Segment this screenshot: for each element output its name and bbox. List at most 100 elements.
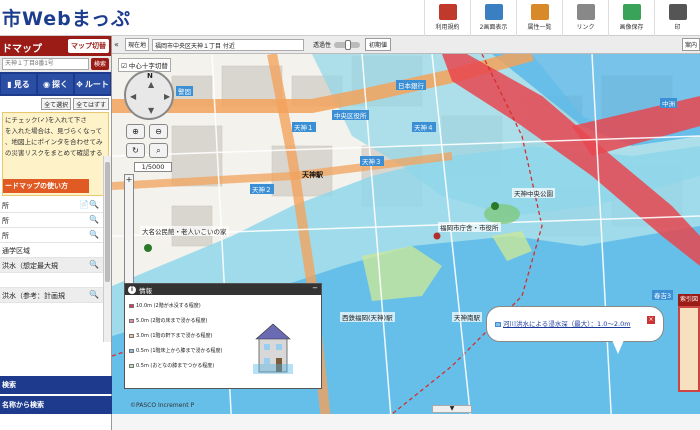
map-label-nakasu: 中洲 <box>660 98 677 108</box>
map-label-daimyo: 大名公民館・老人いこいの家 <box>140 226 229 236</box>
magnifier-icon[interactable]: 📄🔍 <box>79 200 99 209</box>
search-link[interactable]: 検索 <box>0 376 112 394</box>
pan-down-icon[interactable]: ▼ <box>148 106 154 115</box>
minimize-icon[interactable]: − <box>312 284 318 292</box>
nav-row: ▮ 見る ◉ 探く ✥ ルート <box>0 72 111 96</box>
layer-item[interactable]: 洪水（想定最大規 🔍 <box>0 258 111 273</box>
legend-text: 3.0m (1階の軒下まで浸かる程度) <box>136 333 213 339</box>
overview-map[interactable] <box>678 306 700 392</box>
magnifier-icon[interactable]: 🔍 <box>89 215 99 224</box>
nav-view-label: 見る <box>13 79 30 89</box>
pan-left-icon[interactable]: ◀ <box>130 92 136 101</box>
pan-compass[interactable]: N ▲ ▼ ◀ ▶ <box>124 70 174 120</box>
toolbar-button-5[interactable]: 印 <box>654 0 700 36</box>
toolbar-button-2[interactable]: 属性一覧 <box>516 0 562 36</box>
legend-swatch <box>129 318 134 323</box>
zoom-area-icon[interactable]: ⌕ <box>149 143 168 158</box>
popup-tail <box>612 340 624 354</box>
pan-up-icon[interactable]: ▲ <box>148 80 154 89</box>
help-line: 、地図上にポインタを合わせてみ <box>5 138 103 146</box>
scale-display: 1/5000 <box>134 162 172 172</box>
link-icon <box>576 4 595 20</box>
north-label: N <box>147 72 153 80</box>
layer-item[interactable]: 所 🔍 <box>0 228 111 243</box>
layer-item[interactable]: 洪水（参考：計画規 🔍 <box>0 288 111 303</box>
split-screen-icon <box>484 4 503 20</box>
toolbar-button-label: 利用規約 <box>435 24 460 31</box>
toolbar-button-4[interactable]: 画像保存 <box>608 0 654 36</box>
toolbar-button-label: 画像保存 <box>619 24 644 31</box>
nav-route-button[interactable]: ✥ ルート <box>75 74 110 94</box>
toolbar-button-3[interactable]: リンク <box>562 0 608 36</box>
location-label: 現在地 <box>125 38 150 51</box>
transparency-slider[interactable] <box>334 39 361 50</box>
nav-view-button[interactable]: ▮ 見る <box>1 74 36 94</box>
eye-icon: ▮ <box>7 79 12 89</box>
image-save-icon <box>622 4 641 20</box>
zoom-in-icon[interactable]: ⊕ <box>126 124 145 139</box>
layer-item[interactable]: 所 🔍 <box>0 213 111 228</box>
legend-row: 10.0m (2階が水没する程度) <box>129 302 201 309</box>
slider-knob[interactable] <box>345 39 352 50</box>
app-root: 市Webまっぷ 利用規約 2画面表示 属性一覧 リンク 画像保存 印 ドマップ マップ切替… <box>0 0 700 430</box>
pan-right-icon[interactable]: ▶ <box>164 92 170 101</box>
sidebar-scrollbar[interactable] <box>103 156 111 342</box>
name-search-link[interactable]: 名称から検索 <box>0 396 112 414</box>
help-line: にチェック(✓)を入れて下さ <box>5 116 87 124</box>
legend-swatch <box>129 363 134 368</box>
zoom-plus-icon[interactable]: + <box>125 176 133 184</box>
zoom-slider[interactable]: + − <box>124 174 134 294</box>
toolbar-button-1[interactable]: 2画面表示 <box>470 0 516 36</box>
legend-text: 0.5m (1階床上から膝まで浸かる程度) <box>136 348 223 354</box>
map-switch-button[interactable]: マップ切替 <box>68 39 109 53</box>
info-panel: i 情報 − 10.0m (2階が水没する程度) 5.0m (2階の床まで浸かる程… <box>124 283 322 389</box>
nav-search-button[interactable]: ◉ 探く <box>38 74 73 94</box>
flood-depth-link[interactable]: 河川洪水による浸水深（最大）：1.0～2.0m <box>495 318 631 328</box>
scrollbar-thumb[interactable] <box>105 162 110 282</box>
book-icon <box>438 4 457 20</box>
map-label-tenjin-station: 天神駅 <box>302 171 323 179</box>
layer-item[interactable]: 通学区域 <box>0 243 111 258</box>
toolbar-button-label: 属性一覧 <box>527 24 552 31</box>
scroll-down-icon[interactable]: ▼ <box>432 405 472 413</box>
address-search-row: 検索 <box>0 56 111 72</box>
map-area[interactable]: « 現在地 福岡市中央区天神１丁目 付近 透過性 初期値 案内 ☑ 中心十字切替… <box>112 36 700 430</box>
close-icon[interactable]: × <box>647 316 655 324</box>
help-line: の災害リスクをまとめて確認する <box>5 149 103 157</box>
map-label-city-hall: 福岡市庁舎・市役所 <box>438 222 501 232</box>
map-label-tenjin3: 天神３ <box>360 156 384 166</box>
legend-swatch <box>129 348 134 353</box>
flood-depth-popup: 河川洪水による浸水深（最大）：1.0～2.0m × <box>486 306 664 342</box>
zoom-out-icon[interactable]: ⊖ <box>149 124 168 139</box>
rotate-icon[interactable]: ↻ <box>126 143 145 158</box>
zoom-buttons: ⊕ ⊖ ↻ ⌕ <box>126 124 172 158</box>
header: 市Webまっぷ 利用規約 2画面表示 属性一覧 リンク 画像保存 印 <box>0 0 700 36</box>
magnifier-icon[interactable]: 🔍 <box>89 290 99 299</box>
magnifier-icon[interactable]: 🔍 <box>89 260 99 269</box>
map-label-bank: 日本銀行 <box>396 80 426 90</box>
magnifier-icon[interactable]: 🔍 <box>89 230 99 239</box>
hazard-map-guide-button[interactable]: ードマップの使い方 <box>3 179 89 193</box>
info-panel-header: i 情報 − <box>125 284 321 295</box>
layer-item[interactable]: 所 📄🔍 <box>0 198 111 213</box>
legend-row: 0.5m (1階床上から膝まで浸かる程度) <box>129 347 223 354</box>
panel-title-text: ドマップ <box>2 44 42 55</box>
map-label-tenjin1: 天神１ <box>292 122 316 132</box>
layer-list: 所 📄🔍 所 🔍 所 🔍 通学区域 洪水（想定最大規 🔍 洪水（参考：計画規 🔍 <box>0 198 111 303</box>
guide-button[interactable]: 案内 <box>681 38 700 51</box>
address-search-button[interactable]: 検索 <box>90 58 109 70</box>
address-input[interactable] <box>2 58 89 70</box>
select-all-button[interactable]: 全て選択 <box>41 98 72 110</box>
toolbar-button-0[interactable]: 利用規約 <box>424 0 470 36</box>
collapse-sidebar-icon[interactable]: « <box>114 40 122 49</box>
deselect-all-button[interactable]: 全てはずす <box>73 98 109 110</box>
overview-map-tab[interactable]: 索引図 <box>678 294 700 306</box>
map-toolbar: « 現在地 福岡市中央区天神１丁目 付近 透過性 初期値 案内 <box>112 36 700 54</box>
transparency-label: 透過性 <box>313 42 332 49</box>
initial-value-button[interactable]: 初期値 <box>365 38 392 51</box>
legend-swatch <box>129 333 134 338</box>
layer-item[interactable] <box>0 273 111 288</box>
location-value: 福岡市中央区天神１丁目 付近 <box>152 38 305 51</box>
legend-text: 10.0m (2階が水没する程度) <box>136 303 201 309</box>
layer-label: 洪水（参考：計画規 <box>2 292 65 300</box>
